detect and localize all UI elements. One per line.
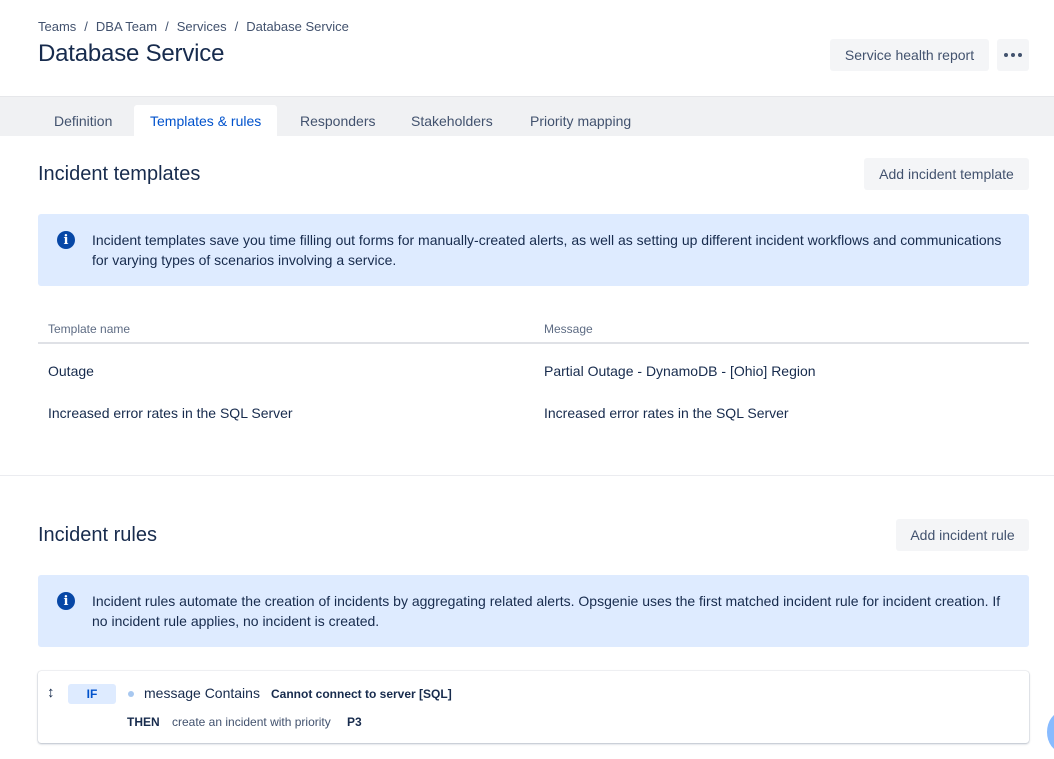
column-header-template-name: Template name (48, 322, 131, 336)
more-actions-button[interactable] (997, 39, 1029, 71)
incident-rules-info-box: i Incident rules automate the creation o… (38, 575, 1029, 647)
if-badge: IF (68, 684, 116, 704)
incident-rules-title: Incident rules (38, 524, 157, 546)
breadcrumb-teams[interactable]: Teams (38, 19, 76, 34)
templates-table-header: Template name Message (38, 314, 1029, 344)
template-row-2-name[interactable]: Increased error rates in the SQL Server (48, 405, 293, 421)
breadcrumb: Teams / DBA Team / Services / Database Service (38, 19, 349, 34)
incident-rule-card[interactable]: ↕ IF message Contains Cannot connect to … (38, 671, 1029, 743)
rule-condition-field: message Contains (144, 685, 260, 701)
then-label: THEN (127, 715, 160, 729)
page-title: Database Service (38, 40, 225, 67)
breadcrumb-database-service[interactable]: Database Service (246, 19, 349, 34)
tab-priority-mapping[interactable]: Priority mapping (514, 105, 647, 137)
rule-condition-value: Cannot connect to server [SQL] (271, 687, 452, 701)
incident-templates-info-box: i Incident templates save you time filli… (38, 214, 1029, 286)
rule-priority: P3 (347, 715, 362, 729)
breadcrumb-services[interactable]: Services (177, 19, 227, 34)
breadcrumb-separator: / (165, 19, 169, 34)
info-icon: i (57, 592, 75, 610)
tab-responders[interactable]: Responders (284, 105, 392, 137)
section-divider (0, 475, 1054, 476)
add-incident-template-button[interactable]: Add incident template (864, 158, 1029, 190)
incident-templates-info-text: Incident templates save you time filling… (92, 232, 1002, 268)
tab-definition[interactable]: Definition (38, 105, 128, 137)
condition-bullet-icon (128, 691, 134, 697)
column-header-message: Message (544, 322, 593, 336)
add-incident-rule-button[interactable]: Add incident rule (896, 519, 1029, 551)
template-row-2-message: Increased error rates in the SQL Server (544, 405, 789, 421)
tab-templates-rules[interactable]: Templates & rules (134, 105, 278, 137)
page-header: Teams / DBA Team / Services / Database Service… (0, 0, 1054, 96)
template-row-1-message: Partial Outage - DynamoDB - [Ohio] Regio… (544, 363, 816, 379)
page: Teams / DBA Team / Services / Database Service… (0, 0, 1054, 759)
service-health-report-button[interactable]: Service health report (830, 39, 989, 71)
breadcrumb-dba-team[interactable]: DBA Team (96, 19, 157, 34)
rule-action-text: create an incident with priority (172, 715, 331, 729)
tab-stakeholders[interactable]: Stakeholders (395, 105, 509, 137)
help-widget-icon[interactable] (1047, 712, 1054, 752)
incident-rules-info-text: Incident rules automate the creation of … (92, 593, 1001, 629)
incident-templates-title: Incident templates (38, 163, 201, 185)
breadcrumb-separator: / (234, 19, 239, 34)
drag-handle-icon[interactable]: ↕ (47, 684, 55, 701)
info-icon: i (57, 231, 75, 249)
template-row-1-name[interactable]: Outage (48, 363, 94, 379)
more-horizontal-icon (1004, 53, 1022, 57)
breadcrumb-separator: / (84, 19, 88, 34)
tab-bar: Definition Templates & rules Responders … (0, 96, 1054, 137)
